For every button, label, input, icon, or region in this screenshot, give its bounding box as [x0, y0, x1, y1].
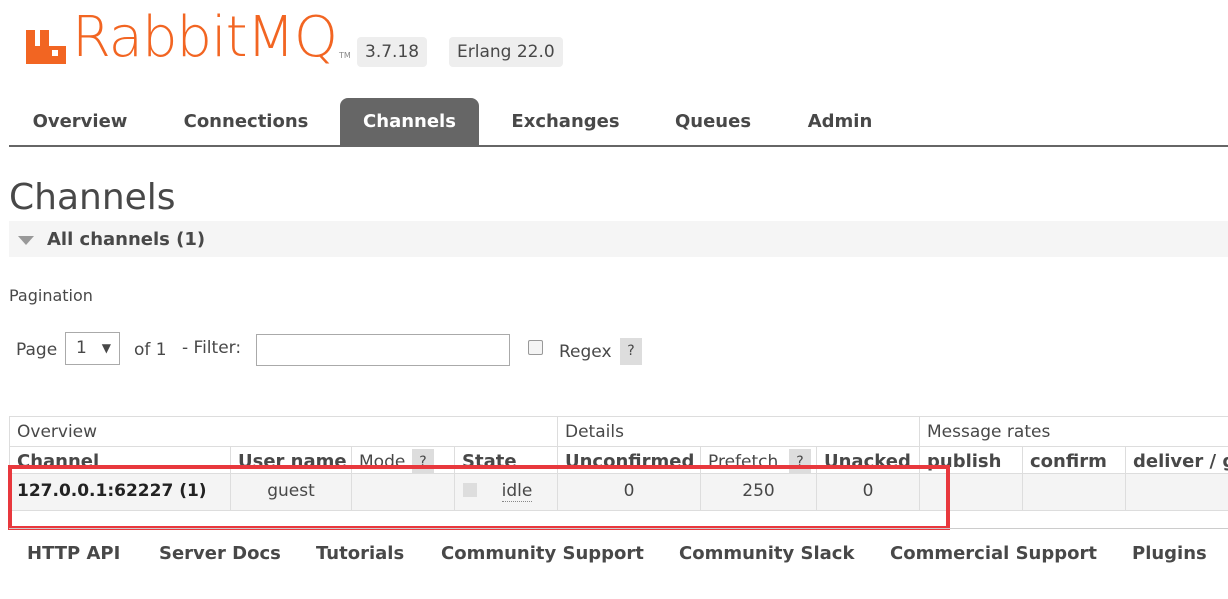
- tab-channels[interactable]: Channels: [340, 98, 479, 145]
- page-label: Page: [16, 340, 58, 360]
- rabbit-icon: [24, 16, 68, 66]
- filter-label: - Filter:: [182, 338, 242, 358]
- cell-deliver-get: [1125, 474, 1228, 510]
- group-details: Details: [557, 417, 919, 447]
- page-title: Channels: [9, 177, 176, 218]
- page-select[interactable]: 1 ▼: [65, 332, 120, 365]
- regex-checkbox[interactable]: [528, 340, 543, 355]
- col-deliver-get[interactable]: deliver / g: [1125, 447, 1228, 475]
- col-confirm[interactable]: confirm: [1022, 447, 1125, 475]
- pagination-label: Pagination: [9, 286, 93, 305]
- group-overview: Overview: [9, 417, 557, 447]
- tab-exchanges[interactable]: Exchanges: [499, 98, 632, 145]
- tab-admin[interactable]: Admin: [795, 98, 885, 145]
- collapse-triangle-icon[interactable]: [18, 236, 34, 245]
- cell-confirm: [1022, 474, 1125, 510]
- erlang-badge: Erlang 22.0: [449, 37, 563, 67]
- version-badge: 3.7.18: [357, 37, 428, 67]
- main-nav: Overview Connections Channels Exchanges …: [9, 98, 1228, 147]
- group-message-rates: Message rates: [919, 417, 1228, 447]
- regex-label: Regex: [559, 342, 612, 362]
- footer-link-commercial-support[interactable]: Commercial Support: [890, 543, 1097, 564]
- footer-link-plugins[interactable]: Plugins: [1132, 543, 1207, 564]
- regex-help-button[interactable]: ?: [620, 338, 642, 365]
- footer-link-http-api[interactable]: HTTP API: [27, 543, 120, 564]
- footer-link-community-support[interactable]: Community Support: [441, 543, 644, 564]
- section-title[interactable]: All channels (1): [47, 229, 205, 250]
- footer-divider: [9, 528, 1228, 529]
- rabbitmq-logo: RabbitMQ TM: [24, 6, 351, 66]
- footer-link-server-docs[interactable]: Server Docs: [159, 543, 281, 564]
- table-group-header: Overview Details Message rates: [9, 416, 1228, 447]
- filter-input[interactable]: [256, 334, 510, 366]
- logo-text: RabbitMQ: [72, 5, 338, 70]
- logo-trademark: TM: [339, 51, 351, 60]
- tab-connections[interactable]: Connections: [171, 98, 321, 145]
- dropdown-arrow-icon: ▼: [101, 341, 111, 355]
- highlight-box: [8, 465, 950, 530]
- footer-link-community-slack[interactable]: Community Slack: [679, 543, 854, 564]
- page-count-label: of 1: [134, 340, 167, 360]
- tab-overview[interactable]: Overview: [19, 98, 141, 145]
- footer-link-tutorials[interactable]: Tutorials: [316, 543, 404, 564]
- page-select-value: 1: [76, 338, 87, 358]
- tab-queues[interactable]: Queues: [663, 98, 763, 145]
